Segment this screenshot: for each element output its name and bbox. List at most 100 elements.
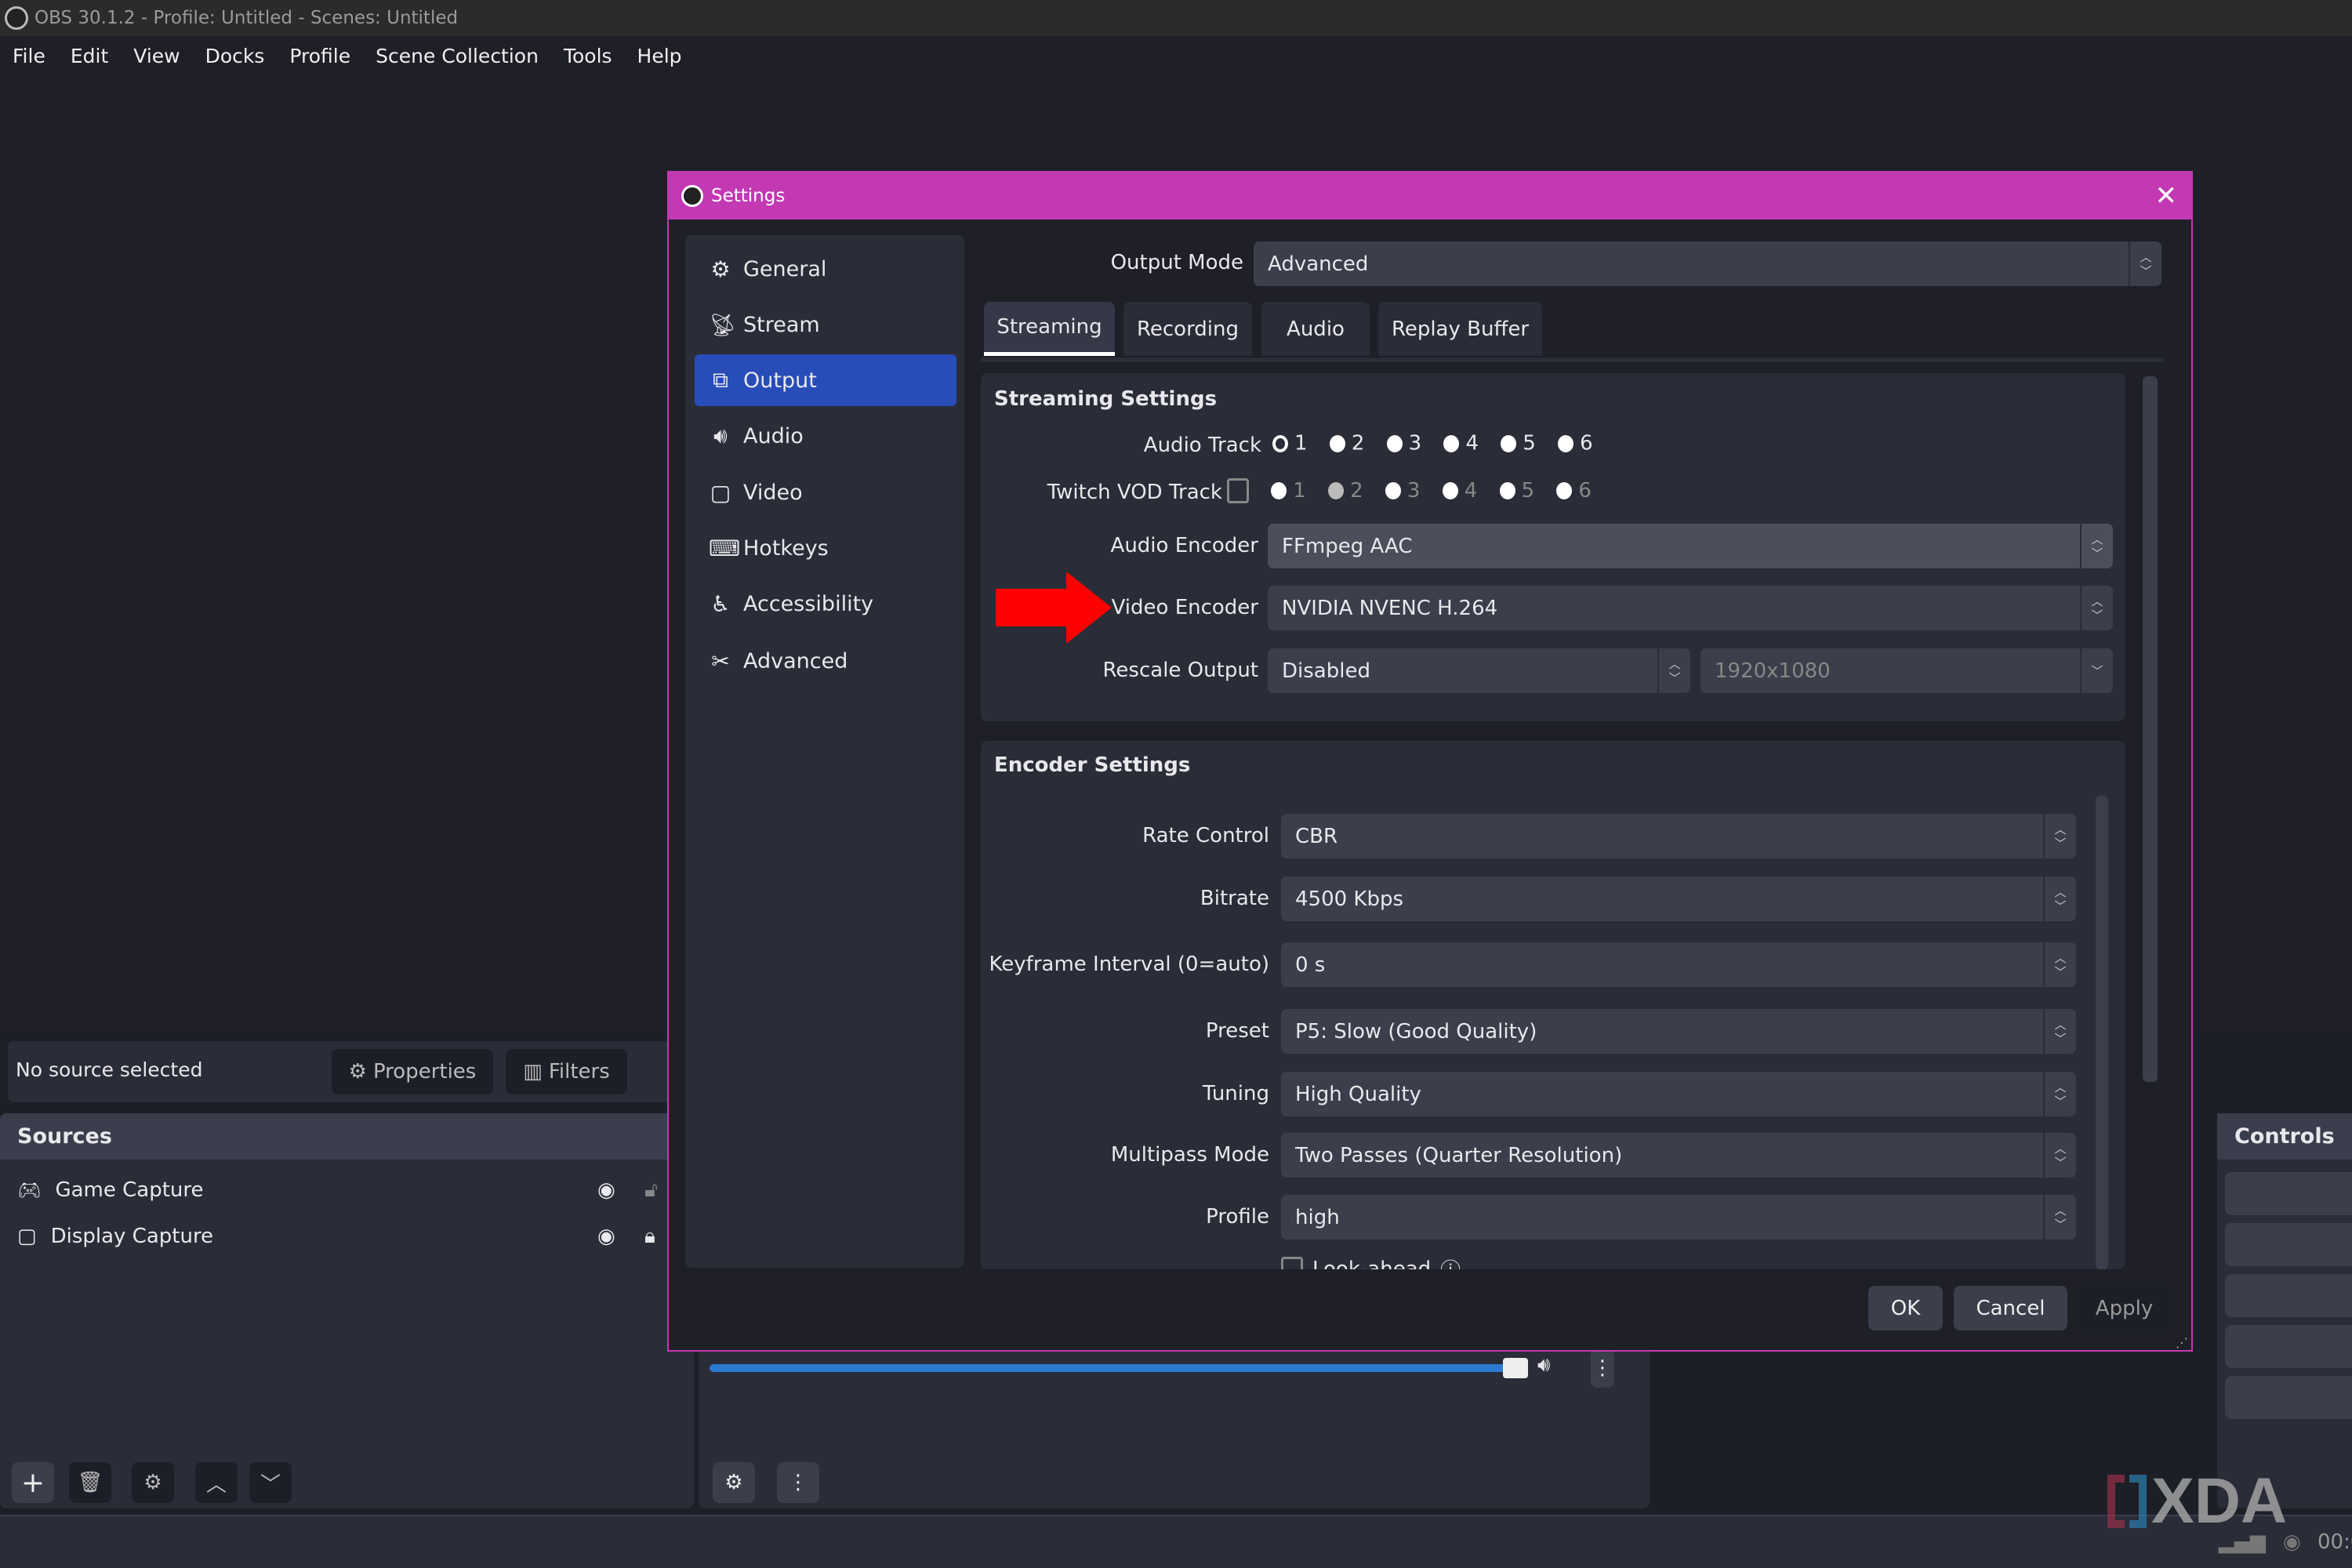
audio-track-radio-5[interactable] — [1501, 434, 1517, 452]
twitch-vod-radio-1[interactable] — [1271, 482, 1287, 499]
menu-file[interactable]: File — [0, 45, 58, 67]
control-button[interactable] — [2225, 1376, 2352, 1419]
updown-icon[interactable]: ︿ ﹀ — [2043, 1195, 2076, 1240]
menu-view[interactable]: View — [121, 45, 192, 67]
twitch-vod-radio-3[interactable] — [1385, 482, 1401, 499]
settings-titlebar: Settings — [669, 172, 2191, 220]
menu-profile[interactable]: Profile — [277, 45, 363, 67]
settings-scrollbar[interactable] — [2143, 376, 2158, 1082]
encoder-row-field[interactable]: Two Passes (Quarter Resolution) ︿ ﹀ — [1281, 1133, 2076, 1178]
lock-icon[interactable]: 🔒︎ — [644, 1225, 655, 1249]
encoder-row-field[interactable]: High Quality ︿ ﹀ — [1281, 1072, 2076, 1116]
eye-icon[interactable]: ◉ — [597, 1178, 615, 1202]
stream-timer: 00:0 — [2318, 1530, 2352, 1554]
lookahead-checkbox[interactable] — [1281, 1256, 1303, 1269]
encoder-row-label: Bitrate — [1200, 887, 1269, 910]
encoder-row-field[interactable]: P5: Slow (Good Quality) ︿ ﹀ — [1281, 1009, 2076, 1054]
audio-track-radio-2[interactable] — [1329, 434, 1345, 452]
menu-tools[interactable]: Tools — [551, 45, 625, 67]
updown-icon[interactable]: ︿ ﹀ — [2043, 1009, 2076, 1054]
move-down-button[interactable]: ﹀ — [249, 1462, 292, 1503]
encoder-row-field[interactable]: CBR ︿ ﹀ — [1281, 814, 2076, 858]
settings-dialog: Settings ✕ ⚙ General 📡︎ Stream ⧉ Output 🔊︎ A… — [667, 171, 2193, 1352]
output-mode-select[interactable]: Advanced ︿ ﹀ — [1254, 241, 2161, 286]
properties-button[interactable]: ⚙ Properties — [332, 1049, 493, 1094]
encoder-row-field[interactable]: 4500 Kbps ︿ ﹀ — [1281, 877, 2076, 921]
encoder-row-field[interactable]: high ︿ ﹀ — [1281, 1195, 2076, 1240]
source-item[interactable]: 🎮︎ Game Capture ◉ 🔓︎ — [17, 1174, 676, 1206]
audio-track-radio-1[interactable] — [1272, 434, 1288, 452]
audio-encoder-select[interactable]: FFmpeg AAC ︿ ﹀ — [1268, 524, 2113, 568]
control-button[interactable] — [2225, 1172, 2352, 1215]
resize-grip-icon[interactable]: ⋰ — [2176, 1335, 2188, 1350]
tab-streaming[interactable]: Streaming — [984, 302, 1115, 356]
twitch-vod-radio-4[interactable] — [1442, 482, 1458, 499]
ok-button[interactable]: OK — [1868, 1286, 1943, 1330]
audio-track-radio-6[interactable] — [1558, 434, 1574, 452]
updown-icon[interactable]: ︿ ﹀ — [2043, 1133, 2076, 1178]
tab-audio[interactable]: Audio — [1261, 302, 1370, 356]
eye-icon[interactable]: ◉ — [597, 1225, 615, 1248]
rescale-output-select[interactable]: Disabled ︿ ﹀ — [1268, 648, 1690, 693]
advanced-audio-button[interactable]: ⚙ — [713, 1462, 755, 1503]
cancel-button[interactable]: Cancel — [1954, 1286, 2067, 1330]
menu-docks[interactable]: Docks — [193, 45, 278, 67]
output-icon: ⧉ — [713, 367, 728, 393]
menu-edit[interactable]: Edit — [58, 45, 121, 67]
updown-icon[interactable]: ︿ ﹀ — [2043, 877, 2076, 921]
sidebar-item-output[interactable]: ⧉ Output — [695, 354, 956, 406]
source-toolbar: No source selected ⚙ Properties ▥ Filters — [8, 1041, 698, 1102]
mixer-options-button[interactable]: ⋮ — [777, 1462, 819, 1503]
updown-icon[interactable]: ︿ ﹀ — [2043, 814, 2076, 858]
source-item[interactable]: ▢ Display Capture ◉ 🔒︎ — [17, 1221, 676, 1252]
unlock-icon[interactable]: 🔓︎ — [644, 1178, 658, 1203]
tab-replay-buffer[interactable]: Replay Buffer — [1378, 302, 1542, 356]
sidebar-item-audio[interactable]: 🔊︎ Audio — [695, 410, 956, 462]
sidebar-item-stream[interactable]: 📡︎ Stream — [695, 299, 956, 350]
audio-track-radio-3[interactable] — [1386, 434, 1403, 452]
chevron-down-icon: ﹀ — [260, 1472, 281, 1497]
remove-source-button[interactable]: 🗑︎ — [69, 1462, 111, 1503]
control-button[interactable] — [2225, 1274, 2352, 1317]
updown-icon: ︿ ﹀ — [2080, 524, 2113, 568]
twitch-vod-radio-5[interactable] — [1499, 482, 1515, 499]
add-source-button[interactable]: + — [12, 1462, 54, 1503]
control-button[interactable] — [2225, 1325, 2352, 1368]
encoder-row-label: Tuning — [1202, 1082, 1269, 1105]
updown-icon[interactable]: ︿ ﹀ — [2043, 1072, 2076, 1116]
sidebar-item-accessibility[interactable]: ♿︎ Accessibility — [695, 578, 956, 630]
source-properties-button[interactable]: ⚙ — [132, 1462, 174, 1503]
video-encoder-select[interactable]: NVIDIA NVENC H.264 ︿ ﹀ — [1268, 586, 2113, 630]
apply-button[interactable]: Apply — [2079, 1286, 2169, 1330]
encoder-row-field[interactable]: 0 s ︿ ﹀ — [1281, 942, 2076, 987]
sidebar-item-hotkeys[interactable]: ⌨ Hotkeys — [695, 522, 956, 574]
close-icon[interactable]: ✕ — [2155, 180, 2178, 212]
encoder-row-value: P5: Slow (Good Quality) — [1295, 1019, 1537, 1044]
filters-icon: ▥ — [523, 1060, 543, 1083]
sidebar-item-advanced[interactable]: ✂ Advanced — [695, 635, 956, 687]
xda-text: XDA — [2151, 1465, 2288, 1537]
speaker-icon: 🔊︎ — [713, 423, 728, 448]
control-button[interactable] — [2225, 1223, 2352, 1266]
twitch-vod-radio-6[interactable] — [1556, 482, 1573, 499]
controls-dock: Controls — [2217, 1113, 2352, 1508]
rescale-resolution-select[interactable]: 1920x1080 ﹀ — [1700, 648, 2113, 693]
audio-track-label: Audio Track — [1143, 434, 1261, 457]
volume-slider-handle[interactable] — [1503, 1358, 1528, 1378]
window-title: OBS 30.1.2 - Profile: Untitled - Scenes:… — [34, 8, 459, 28]
tab-recording[interactable]: Recording — [1123, 302, 1252, 356]
move-up-button[interactable]: ︿ — [195, 1462, 238, 1503]
menu-help[interactable]: Help — [625, 45, 695, 67]
audio-track-radio-4[interactable] — [1443, 434, 1460, 452]
volume-slider[interactable] — [710, 1364, 1517, 1372]
mixer-menu-button[interactable]: ⋮ — [1591, 1348, 1614, 1388]
lookahead-row[interactable]: Look-ahead ⓘ — [1281, 1254, 1461, 1269]
speaker-icon[interactable]: 🔊︎ — [1537, 1353, 1550, 1377]
sidebar-item-video[interactable]: ▢ Video — [695, 466, 956, 518]
filters-button[interactable]: ▥ Filters — [506, 1049, 627, 1094]
encoder-scrollbar[interactable] — [2096, 796, 2108, 1269]
menu-scene-collection[interactable]: Scene Collection — [363, 45, 551, 67]
twitch-vod-radio-2[interactable] — [1328, 482, 1345, 499]
twitch-vod-checkbox[interactable] — [1227, 478, 1249, 503]
updown-icon[interactable]: ︿ ﹀ — [2043, 942, 2076, 987]
